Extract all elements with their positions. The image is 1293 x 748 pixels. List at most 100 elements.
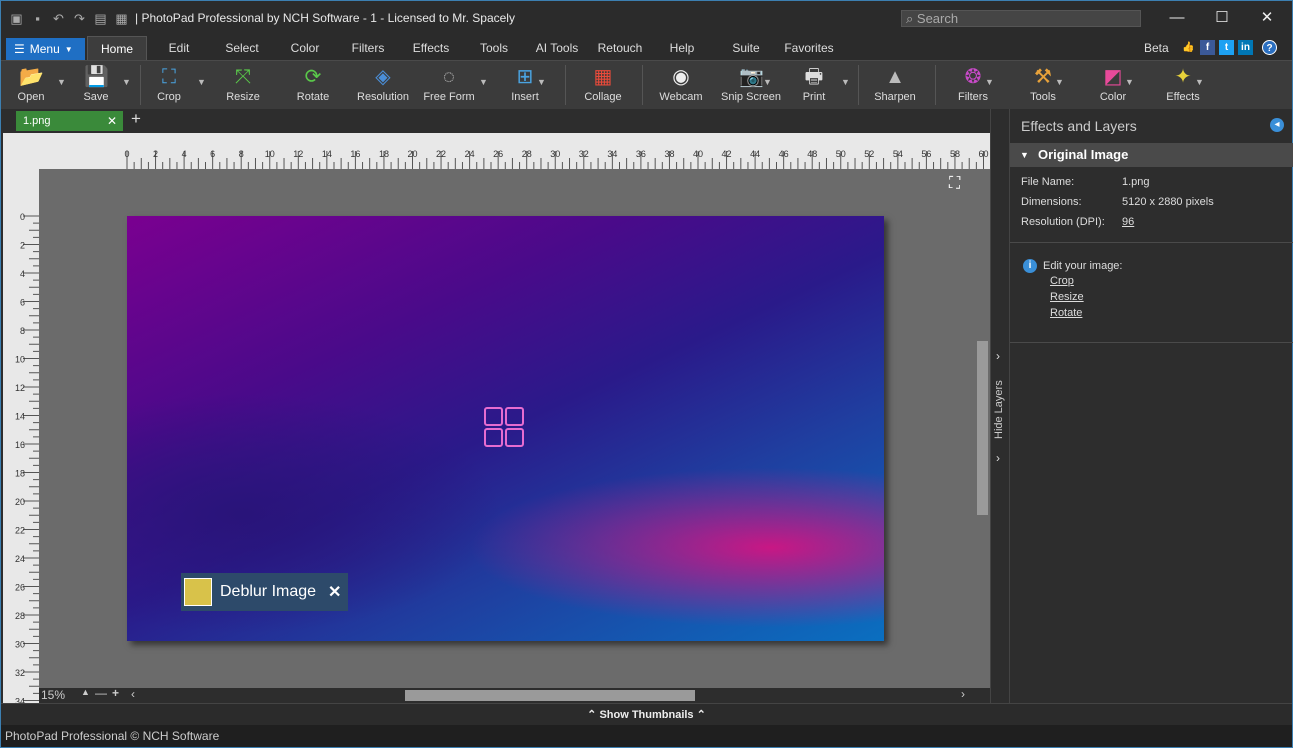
ruler-label: 22 [436, 149, 446, 159]
twitter-icon[interactable]: t [1219, 40, 1234, 55]
webcam-icon: ◉ [672, 66, 690, 88]
deblur-image-label[interactable]: Deblur Image [220, 583, 316, 601]
ruler-label: 16 [350, 149, 360, 159]
tab-help[interactable]: Help [665, 36, 699, 60]
chevron-down-icon[interactable]: ▼ [763, 77, 772, 87]
ruler-label: 24 [465, 149, 475, 159]
menu-button[interactable]: ☰ Menu ▼ [6, 38, 85, 60]
close-icon[interactable]: ✕ [107, 111, 117, 131]
close-button[interactable]: ✕ [1252, 7, 1282, 29]
tab-color[interactable]: Color [284, 36, 326, 60]
rotate-link[interactable]: Rotate [1050, 307, 1082, 319]
minimize-button[interactable]: — [1162, 7, 1192, 29]
lasso-icon: ◌ [443, 66, 455, 88]
save-icon[interactable]: ▪ [30, 11, 45, 26]
app-icon[interactable]: ▣ [9, 11, 24, 26]
help-icon[interactable]: ? [1262, 40, 1277, 55]
tab-suite[interactable]: Suite [727, 36, 765, 60]
ruler-label: 2 [20, 241, 25, 251]
resolution-link[interactable]: 96 [1122, 216, 1134, 228]
scroll-left-icon[interactable]: ‹ [131, 687, 135, 701]
tab-favorites[interactable]: Favorites [781, 36, 837, 60]
chevron-down-icon[interactable]: ▼ [1125, 77, 1134, 87]
scroll-right-icon[interactable]: › [961, 687, 965, 701]
chevron-down-icon[interactable]: ▼ [479, 77, 488, 87]
ruler-label: 8 [20, 326, 25, 336]
deblur-image-popup[interactable]: Deblur Image ✕ [181, 573, 348, 611]
collapse-panel-icon[interactable]: ◂ [1270, 118, 1284, 132]
ribbon-toolbar: 📂 Open ▼ 💾 Save ▼ ⛶ Crop ▼ ⤧ Resize ⟳ Rotate … [1, 60, 1292, 109]
print-icon[interactable]: ▤ [93, 11, 108, 26]
original-image-section[interactable]: ▼ Original Image [1010, 143, 1293, 167]
tab-edit[interactable]: Edit [159, 36, 199, 60]
maximize-button[interactable]: ☐ [1207, 7, 1237, 29]
search-input[interactable]: ⌕ Search [901, 10, 1141, 27]
chevron-down-icon[interactable]: ▼ [841, 77, 850, 87]
ruler-label: 2 [153, 149, 158, 159]
resize-link[interactable]: Resize [1050, 291, 1084, 303]
thumbs-up-icon[interactable]: 👍 [1181, 40, 1196, 55]
crop-link[interactable]: Crop [1050, 275, 1074, 287]
fullscreen-icon[interactable]: ⛶ [949, 175, 960, 193]
resize-icon: ⤧ [235, 66, 251, 88]
ruler-label: 12 [293, 149, 303, 159]
canvas-area[interactable]: Deblur Image ✕ ⛶ [39, 169, 975, 688]
tab-tools[interactable]: Tools [473, 36, 515, 60]
undo-icon[interactable]: ↶ [51, 11, 66, 26]
document-tab[interactable]: 1.png ✕ [16, 111, 123, 131]
chevron-up-icon: ⌃ [693, 709, 706, 721]
chevron-down-icon[interactable]: ▼ [1055, 77, 1064, 87]
ruler-label: 52 [864, 149, 874, 159]
ruler-label: 38 [664, 149, 674, 159]
sharpen-icon: ▲ [885, 66, 905, 88]
chevron-right-icon[interactable]: › [996, 349, 1000, 363]
webcam-button[interactable]: ◉ Webcam [656, 61, 706, 110]
resize-button[interactable]: ⤧ Resize [221, 61, 265, 110]
tab-effects[interactable]: Effects [407, 36, 455, 60]
chevron-down-icon[interactable]: ▼ [1195, 77, 1204, 87]
rotate-button[interactable]: ⟳ Rotate [291, 61, 335, 110]
vertical-scrollbar[interactable] [975, 169, 990, 688]
zoom-level[interactable]: 15% [41, 688, 65, 702]
ruler-label: 44 [750, 149, 760, 159]
tab-ai-tools[interactable]: AI Tools [531, 36, 583, 60]
tab-retouch[interactable]: Retouch [594, 36, 646, 60]
scrollbar-thumb[interactable] [977, 341, 988, 515]
ruler-label: 4 [182, 149, 187, 159]
tab-select[interactable]: Select [219, 36, 265, 60]
save-button[interactable]: 💾 Save [76, 61, 116, 110]
ruler-label: 54 [893, 149, 903, 159]
print-button[interactable]: 🖶 Print [794, 61, 834, 110]
tab-filters[interactable]: Filters [345, 36, 391, 60]
tab-home[interactable]: Home [87, 36, 147, 60]
horizontal-scrollbar-thumb[interactable] [405, 690, 695, 701]
add-tab-icon[interactable]: + [131, 109, 141, 129]
resolution-button[interactable]: ◈ Resolution [355, 61, 411, 110]
chevron-down-icon[interactable]: ▼ [57, 77, 66, 87]
ruler-label: 50 [836, 149, 846, 159]
chevron-down-icon[interactable]: ▼ [985, 77, 994, 87]
linkedin-icon[interactable]: in [1238, 40, 1253, 55]
chevron-down-icon[interactable]: ▼ [537, 77, 546, 87]
facebook-icon[interactable]: f [1200, 40, 1215, 55]
clipboard-icon[interactable]: ▦ [114, 11, 129, 26]
chevron-down-icon[interactable]: ▼ [197, 77, 206, 87]
open-button[interactable]: 📂 Open [11, 61, 51, 110]
close-icon[interactable]: ✕ [328, 582, 341, 602]
ruler-label: 12 [15, 383, 25, 393]
ruler-label: 18 [15, 469, 25, 479]
snip-screen-button[interactable]: 📷 Snip Screen [719, 61, 783, 110]
collage-button[interactable]: ▦ Collage [581, 61, 625, 110]
zoom-spinner[interactable]: ▲ [81, 687, 90, 697]
chevron-down-icon[interactable]: ▼ [122, 77, 131, 87]
hide-layers-strip[interactable]: › Hide Layers › [990, 109, 1008, 703]
crop-button[interactable]: ⛶ Crop [149, 61, 189, 110]
hide-layers-label[interactable]: Hide Layers [993, 380, 1005, 439]
free-form-button[interactable]: ◌ Free Form [421, 61, 477, 110]
chevron-right-icon[interactable]: › [996, 451, 1000, 465]
sharpen-button[interactable]: ▲ Sharpen [871, 61, 919, 110]
zoom-out-button[interactable]: — [95, 686, 107, 700]
zoom-in-button[interactable]: + [112, 686, 119, 700]
show-thumbnails-bar[interactable]: ⌃ Show Thumbnails ⌃ [1, 703, 1292, 725]
redo-icon[interactable]: ↷ [72, 11, 87, 26]
